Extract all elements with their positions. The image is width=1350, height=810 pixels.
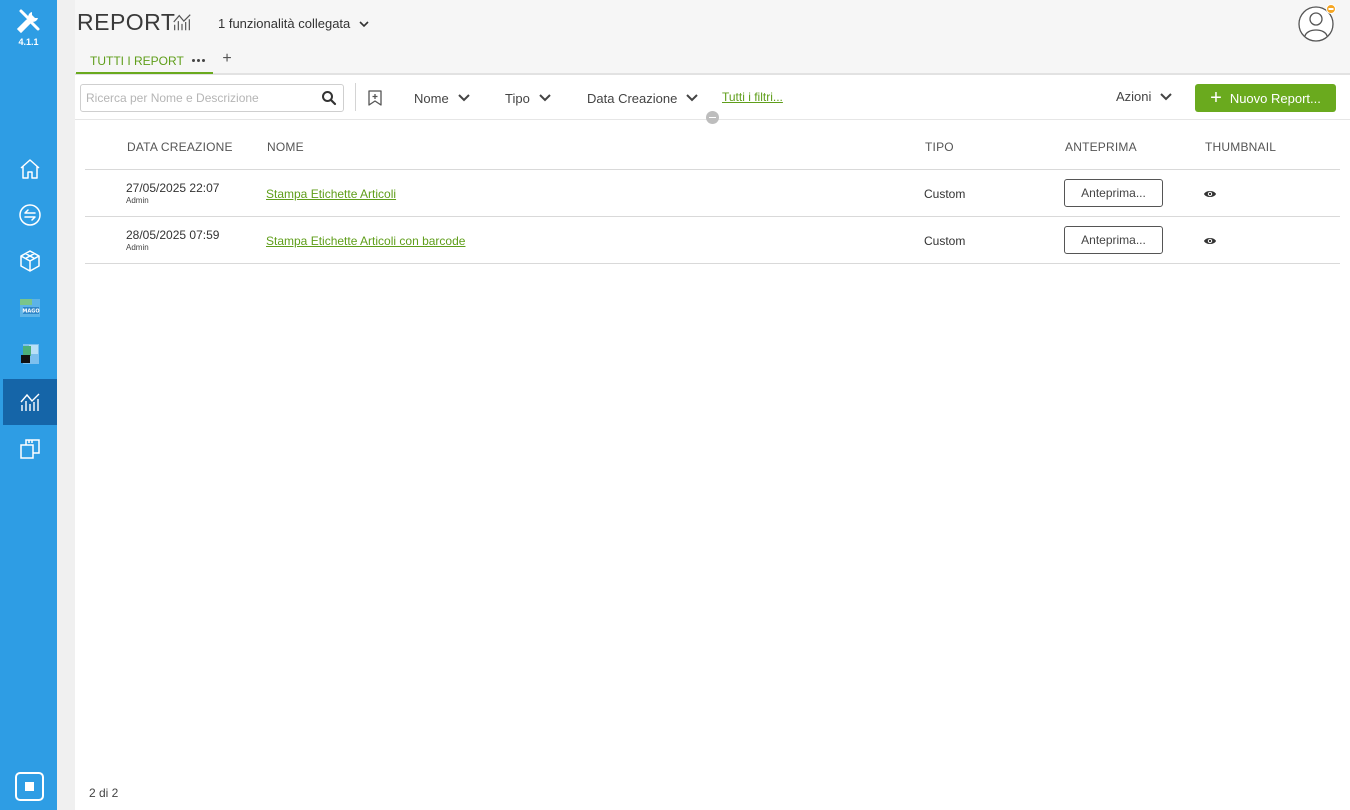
report-chart-icon: [173, 14, 191, 31]
created-date: 27/05/2025 22:07: [126, 181, 220, 195]
column-header-created[interactable]: DATA CREAZIONE: [127, 140, 233, 154]
tab-all-reports[interactable]: TUTTI I REPORT: [76, 49, 213, 74]
report-name-link[interactable]: Stampa Etichette Articoli con barcode: [266, 234, 465, 248]
sidebar-item-mago[interactable]: MAGO: [3, 285, 57, 331]
eye-icon[interactable]: [1203, 236, 1217, 246]
column-header-thumbnail[interactable]: THUMBNAIL: [1205, 140, 1276, 154]
new-report-label: Nuovo Report...: [1229, 90, 1321, 106]
search-input[interactable]: [81, 85, 321, 111]
user-avatar-icon[interactable]: [1298, 4, 1336, 42]
copy-windows-icon: [20, 439, 40, 459]
toolbar: Nome Tipo Data Creazione Tutti i filtri.…: [75, 75, 1350, 124]
chevron-down-icon: [1160, 92, 1173, 100]
table-row[interactable]: 28/05/2025 07:59 Admin Stampa Etichette …: [85, 217, 1340, 264]
linked-features-label: 1 funzionalità collegata: [218, 16, 351, 31]
chevron-down-icon: [539, 94, 551, 102]
plus-icon: +: [1210, 87, 1222, 109]
sidebar-item-home[interactable]: [3, 146, 57, 192]
report-type: Custom: [924, 187, 966, 201]
svg-text:MAGO: MAGO: [22, 309, 39, 315]
sidebar-gutter: [57, 0, 75, 810]
filter-name-dropdown[interactable]: Nome: [414, 89, 471, 107]
tab-label: TUTTI I REPORT: [90, 53, 184, 68]
filter-name-label: Nome: [414, 90, 449, 106]
toolbar-divider: [355, 83, 356, 111]
pager-count: 2 di 2: [89, 786, 119, 800]
tools-icon: [16, 9, 39, 34]
actions-dropdown[interactable]: Azioni: [1116, 89, 1173, 104]
page-title: REPORT: [77, 9, 176, 35]
filter-created-label: Data Creazione: [587, 90, 678, 106]
search-icon[interactable]: [321, 90, 337, 106]
filter-type-dropdown[interactable]: Tipo: [505, 89, 552, 107]
filter-created-dropdown[interactable]: Data Creazione: [587, 89, 699, 107]
table-header: DATA CREAZIONE NOME TIPO ANTEPRIMA THUMB…: [85, 123, 1340, 170]
sidebar-item-app[interactable]: [3, 331, 57, 377]
created-by: Admin: [126, 243, 149, 252]
app-version: 4.1.1: [18, 37, 39, 47]
stop-icon: [25, 782, 34, 791]
report-name-link[interactable]: Stampa Etichette Articoli: [266, 187, 396, 201]
created-cell: 27/05/2025 22:07 Admin: [126, 181, 219, 205]
created-cell: 28/05/2025 07:59 Admin: [126, 228, 219, 252]
bookmark-add-icon[interactable]: [366, 89, 384, 107]
column-header-name[interactable]: NOME: [267, 140, 304, 154]
filter-type-label: Tipo: [505, 90, 530, 106]
sidebar-item-report[interactable]: [3, 379, 57, 425]
new-report-button[interactable]: + Nuovo Report...: [1195, 84, 1336, 112]
actions-label: Azioni: [1116, 89, 1152, 104]
search-box: [80, 84, 344, 112]
preview-button[interactable]: Anteprima...: [1064, 179, 1163, 207]
page-header: REPORT 1 funzionalità collegata TUTTI I …: [75, 0, 1350, 75]
mago-app-icon: MAGO: [20, 299, 40, 317]
table-row[interactable]: 27/05/2025 22:07 Admin Stampa Etichette …: [85, 170, 1340, 217]
chevron-down-icon: [359, 20, 369, 27]
created-by: Admin: [126, 196, 149, 205]
linked-features-dropdown[interactable]: 1 funzionalità collegata: [218, 16, 370, 31]
column-header-preview[interactable]: ANTEPRIMA: [1065, 140, 1137, 154]
add-tab-button[interactable]: +: [219, 50, 235, 68]
all-filters-link[interactable]: Tutti i filtri...: [722, 90, 783, 104]
preview-button[interactable]: Anteprima...: [1064, 226, 1163, 254]
chevron-down-icon: [686, 94, 699, 102]
more-options-icon[interactable]: [191, 59, 205, 62]
column-header-type[interactable]: TIPO: [925, 140, 954, 154]
reports-table: DATA CREAZIONE NOME TIPO ANTEPRIMA THUMB…: [85, 123, 1340, 264]
report-chart-icon: [20, 393, 40, 411]
eye-icon[interactable]: [1203, 189, 1217, 199]
home-icon: [20, 159, 40, 179]
report-type: Custom: [924, 234, 966, 248]
swap-icon: [19, 204, 41, 226]
app-logo[interactable]: 4.1.1: [0, 8, 57, 54]
sidebar-item-modules[interactable]: [3, 238, 57, 284]
sidebar-item-windows[interactable]: [3, 426, 57, 472]
sidebar-item-exchange[interactable]: [3, 192, 57, 238]
app-tile-icon: [21, 344, 39, 364]
stop-button[interactable]: [15, 772, 44, 801]
created-date: 28/05/2025 07:59: [126, 228, 220, 242]
cube-icon: [20, 250, 40, 272]
sidebar: 4.1.1 MAGO: [0, 0, 57, 810]
chevron-down-icon: [457, 94, 470, 102]
